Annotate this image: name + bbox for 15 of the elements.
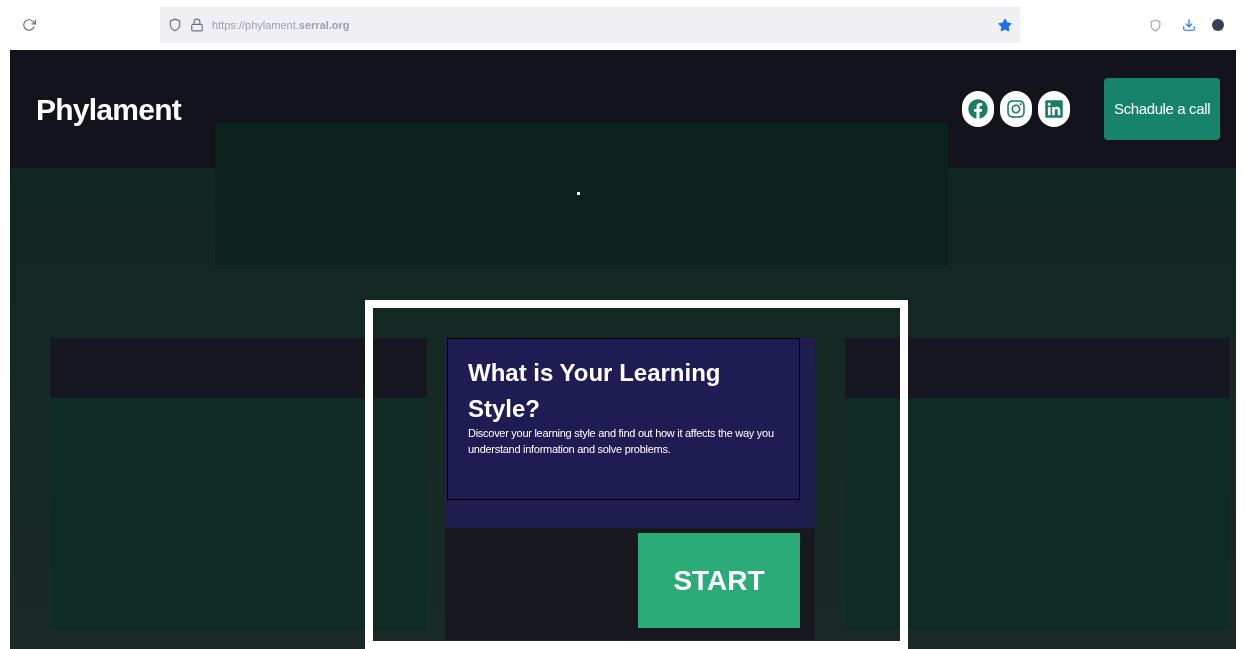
facebook-icon[interactable] bbox=[962, 91, 994, 127]
start-button[interactable]: START bbox=[638, 533, 800, 628]
account-icon[interactable] bbox=[1212, 19, 1224, 31]
instagram-icon[interactable] bbox=[1000, 91, 1032, 127]
linkedin-icon[interactable] bbox=[1038, 91, 1070, 127]
site-logo[interactable]: Phylament bbox=[36, 86, 181, 132]
download-icon[interactable] bbox=[1182, 18, 1196, 32]
url-text[interactable]: https://phylament.serral.org bbox=[212, 16, 350, 34]
reload-icon[interactable] bbox=[22, 18, 36, 32]
lock-icon bbox=[190, 18, 204, 32]
shield-icon bbox=[168, 18, 182, 32]
quiz-title: What is Your Learning Style? bbox=[468, 358, 722, 424]
quiz-description: Discover your learning style and find out how it affects the way you understand information and solve problems. bbox=[468, 426, 775, 457]
bookmark-star-icon[interactable] bbox=[998, 18, 1012, 32]
schedule-call-button[interactable]: Schadule a call bbox=[1104, 78, 1221, 140]
